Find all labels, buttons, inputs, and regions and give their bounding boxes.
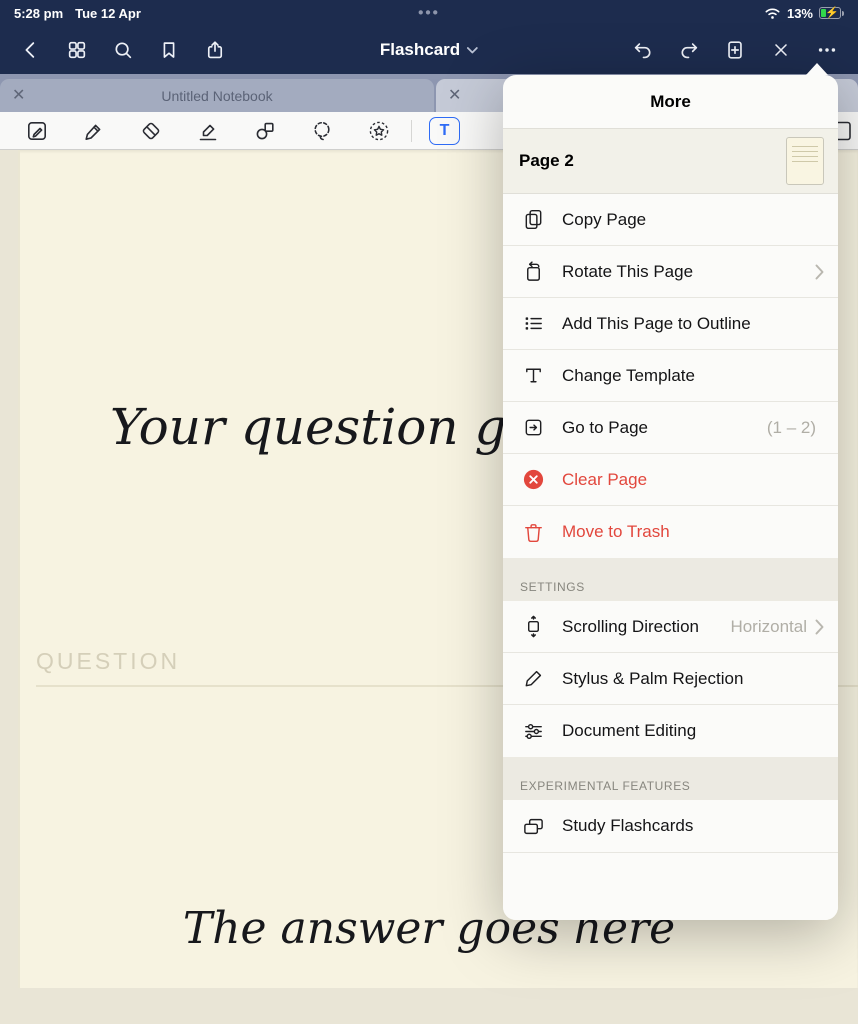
popup-title: More (503, 75, 838, 128)
eraser-tool[interactable] (122, 112, 179, 150)
menu-label: Stylus & Palm Rejection (562, 669, 824, 689)
panel-pen-icon (25, 119, 49, 143)
toolbar-divider (411, 120, 412, 142)
lasso-icon (310, 119, 334, 143)
chevron-right-icon (815, 264, 824, 280)
share-button[interactable] (192, 30, 238, 70)
battery-percent: 13% (787, 6, 813, 21)
shapes-tool[interactable] (236, 112, 293, 150)
change-template-icon (520, 362, 547, 389)
battery-icon: ⚡ (819, 7, 844, 19)
search-button[interactable] (100, 30, 146, 70)
menu-item-clear-page[interactable]: Clear Page (503, 454, 838, 506)
date-text: Tue 12 Apr (75, 6, 141, 21)
redo-icon (678, 39, 700, 61)
menu-label: Add This Page to Outline (562, 314, 824, 334)
flashcards-icon (520, 813, 547, 840)
document-title-text: Flashcard (380, 40, 460, 60)
menu-label: Go to Page (562, 418, 767, 438)
trash-icon (520, 519, 547, 546)
outline-list-icon (520, 310, 547, 337)
menu-label: Clear Page (562, 470, 824, 490)
scrolling-direction-value: Horizontal (730, 617, 807, 637)
lasso-tool[interactable] (293, 112, 350, 150)
scrolling-direction-icon (520, 613, 547, 640)
shapes-icon (253, 119, 277, 143)
menu-item-go-to-page[interactable]: Go to Page (1 – 2) (503, 402, 838, 454)
copy-page-icon (520, 206, 547, 233)
menu-item-rotate-page[interactable]: Rotate This Page (503, 246, 838, 298)
popup-arrow (806, 63, 828, 75)
status-bar: 5:28 pm Tue 12 Apr ••• 13% ⚡ (0, 0, 858, 26)
highlighter-icon (196, 119, 220, 143)
close-icon (771, 40, 791, 60)
menu-item-stylus-palm-rejection[interactable]: Stylus & Palm Rejection (503, 653, 838, 705)
question-handwriting: Your question g (110, 398, 507, 456)
tab2-close-icon[interactable]: ✕ (436, 88, 473, 104)
menu-label: Move to Trash (562, 522, 824, 542)
stickers-tool[interactable] (350, 112, 407, 150)
status-right: 13% ⚡ (764, 6, 844, 21)
chevron-right-icon (815, 619, 824, 635)
page-range-detail: (1 – 2) (767, 418, 816, 438)
popup-footer-space (503, 852, 838, 920)
thumbnails-button[interactable] (54, 30, 100, 70)
app-screen: 5:28 pm Tue 12 Apr ••• 13% ⚡ (0, 0, 858, 1024)
page-2-row[interactable]: Page 2 (503, 128, 838, 194)
tab-untitled-notebook[interactable]: ✕ Untitled Notebook (0, 79, 434, 112)
menu-item-study-flashcards[interactable]: Study Flashcards (503, 800, 838, 852)
page-thumbnail (786, 137, 824, 185)
clock-text: 5:28 pm (14, 6, 63, 21)
more-popup: More Page 2 Copy Page Rotate This Page (503, 63, 838, 920)
pen-tool[interactable] (65, 112, 122, 150)
document-title[interactable]: Flashcard (380, 40, 478, 60)
back-chevron-icon (20, 39, 42, 61)
menu-label: Copy Page (562, 210, 824, 230)
bookmark-icon (158, 39, 180, 61)
search-icon (112, 39, 134, 61)
popup-body: More Page 2 Copy Page Rotate This Page (503, 75, 838, 920)
menu-item-document-editing[interactable]: Document Editing (503, 705, 838, 757)
text-tool-selected[interactable]: T (429, 117, 460, 145)
page-2-label: Page 2 (519, 151, 574, 171)
highlighter-tool[interactable] (179, 112, 236, 150)
pen-icon (82, 119, 106, 143)
question-label: QUESTION (36, 648, 180, 675)
chevron-down-icon (467, 47, 478, 54)
sliders-icon (520, 718, 547, 745)
menu-label: Change Template (562, 366, 824, 386)
menu-item-move-to-trash[interactable]: Move to Trash (503, 506, 838, 558)
rotate-page-icon (520, 258, 547, 285)
share-icon (204, 39, 226, 61)
menu-item-change-template[interactable]: Change Template (503, 350, 838, 402)
menu-item-copy-page[interactable]: Copy Page (503, 194, 838, 246)
nav-left-group (8, 30, 238, 70)
stylus-icon (520, 665, 547, 692)
status-left: 5:28 pm Tue 12 Apr (14, 6, 141, 21)
grid-icon (66, 39, 88, 61)
clear-page-icon (520, 466, 547, 493)
toolbar-collapse-button[interactable] (8, 112, 65, 150)
eraser-icon (139, 119, 163, 143)
experimental-section-header: EXPERIMENTAL FEATURES (503, 757, 838, 800)
wifi-icon (764, 7, 781, 20)
menu-item-scrolling-direction[interactable]: Scrolling Direction Horizontal (503, 601, 838, 653)
bookmark-button[interactable] (146, 30, 192, 70)
multitask-dots[interactable]: ••• (418, 5, 440, 22)
undo-icon (632, 39, 654, 61)
menu-label: Scrolling Direction (562, 617, 730, 637)
menu-label: Rotate This Page (562, 262, 815, 282)
menu-label: Study Flashcards (562, 816, 824, 836)
go-to-page-icon (520, 414, 547, 441)
menu-label: Document Editing (562, 721, 824, 741)
tab1-title: Untitled Notebook (30, 88, 404, 104)
more-ellipsis-icon (816, 39, 838, 61)
add-page-icon (724, 39, 746, 61)
sticker-star-icon (367, 119, 391, 143)
menu-item-add-to-outline[interactable]: Add This Page to Outline (503, 298, 838, 350)
back-button[interactable] (8, 30, 54, 70)
settings-section-header: SETTINGS (503, 558, 838, 601)
